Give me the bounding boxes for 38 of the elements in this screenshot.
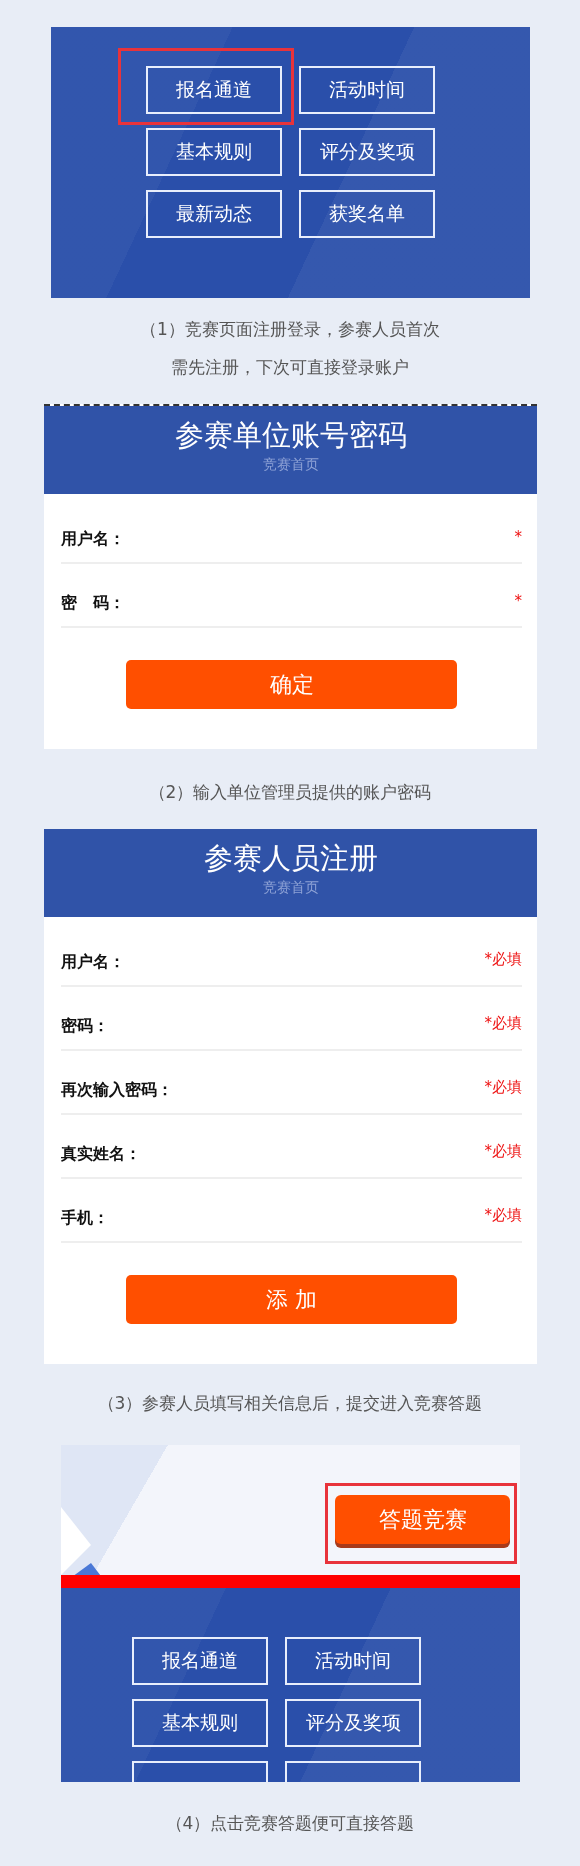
input-field[interactable]: 用户名： *必填 (61, 923, 522, 987)
menu-button[interactable]: 基本规则 (146, 128, 282, 176)
input-field[interactable]: 真实姓名： *必填 (61, 1115, 522, 1179)
caption-text: （2）输入单位管理员提供的账户密码 (148, 781, 432, 804)
required-mark: *必填 (484, 1142, 522, 1162)
menu-button[interactable]: 最新动态 (146, 190, 282, 238)
field-label: 用户名： (61, 952, 125, 973)
caption-text: （3）参赛人员填写相关信息后，提交进入竞赛答题 (97, 1392, 483, 1415)
menu-button[interactable]: 评分及奖项 (299, 128, 435, 176)
required-mark: *必填 (484, 950, 522, 970)
required-mark: * (514, 592, 522, 612)
field-label: 用户名： (61, 529, 125, 550)
field-label: 真实姓名： (61, 1144, 141, 1165)
field-label: 密 码： (61, 593, 125, 614)
caption-text: （4）点击竞赛答题便可直接答题 (165, 1812, 415, 1835)
menu-button[interactable]: 报名通道 (132, 1637, 268, 1685)
required-mark: * (514, 528, 522, 548)
field-label: 手机： (61, 1208, 109, 1229)
input-field[interactable]: 用户名： * (61, 500, 522, 564)
input-field[interactable]: 再次输入密码： *必填 (61, 1051, 522, 1115)
required-mark: *必填 (484, 1206, 522, 1226)
menu-button[interactable]: 获奖名单 (299, 190, 435, 238)
form-title: 参赛单位账号密码 (174, 417, 407, 454)
form-title: 参赛人员注册 (203, 840, 378, 877)
caption-text: 需先注册，下次可直接登录账户 (171, 356, 409, 379)
required-mark: *必填 (484, 1014, 522, 1034)
input-field[interactable]: 密码： *必填 (61, 987, 522, 1051)
field-label: 再次输入密码： (61, 1080, 173, 1101)
menu-button[interactable]: 活动时间 (285, 1637, 421, 1685)
input-field[interactable]: 密 码： * (61, 564, 522, 628)
menu-button[interactable]: 活动时间 (299, 66, 435, 114)
menu-button[interactable]: 评分及奖项 (285, 1699, 421, 1747)
menu-button[interactable]: 报名通道 (146, 66, 282, 114)
required-mark: *必填 (484, 1078, 522, 1098)
menu-button[interactable]: 基本规则 (132, 1699, 268, 1747)
input-field[interactable]: 手机： *必填 (61, 1179, 522, 1243)
field-label: 密码： (61, 1016, 109, 1037)
caption-text: （1）竞赛页面注册登录，参赛人员首次 (140, 318, 440, 341)
